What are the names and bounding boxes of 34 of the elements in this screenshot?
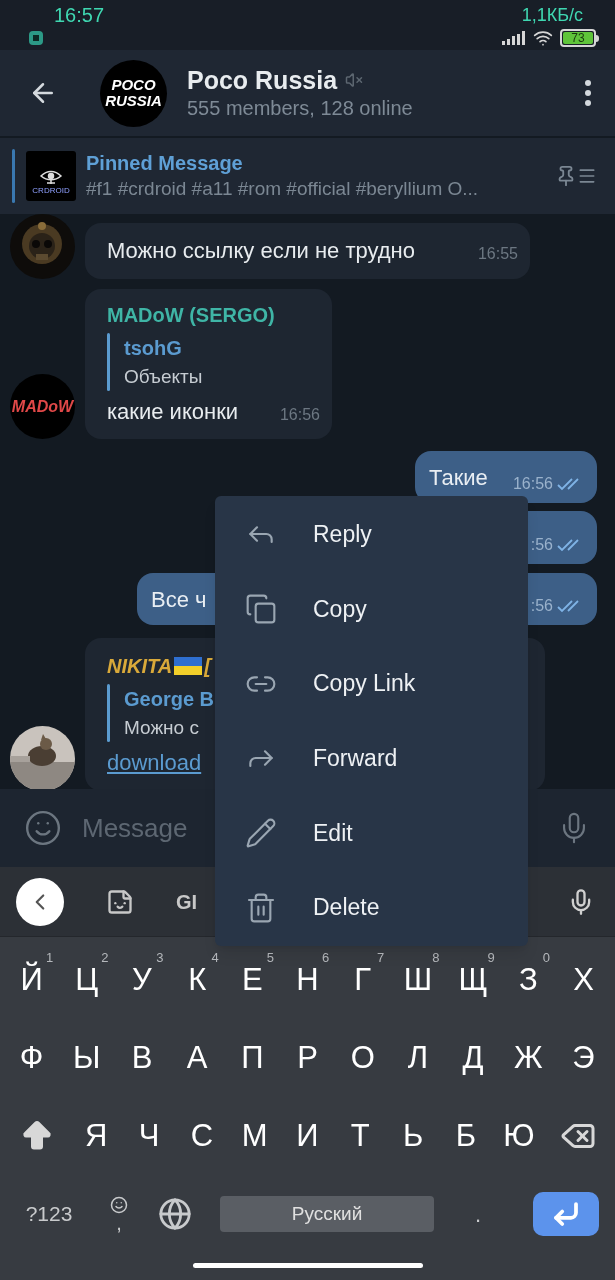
pinned-text: #f1 #crdroid #a11 #rom #official #beryllium O... (86, 177, 480, 201)
message-text: какие иконки (107, 398, 239, 426)
group-avatar: POCO RUSSIA (100, 59, 167, 127)
key-hint: 1 (45, 949, 54, 967)
key-hint: 3 (156, 949, 164, 967)
key-hint: 5 (266, 949, 274, 967)
message-time: :56 (530, 596, 553, 616)
message-time: :56 (530, 534, 553, 555)
key-hint: 9 (487, 949, 495, 967)
pinned-title: Pinned Message (86, 151, 244, 176)
key-hint: 7 (377, 949, 385, 967)
quoted-text: Объекты (124, 365, 203, 389)
key-hint: 6 (321, 949, 330, 967)
key-hint: 0 (542, 949, 550, 967)
sender-name: MADoW (SERGO) (107, 303, 275, 328)
quoted-sender: George B (124, 686, 215, 712)
message-time: 16:55 (477, 244, 518, 264)
clock: 16:57 (54, 4, 105, 26)
message-time: 16:56 (512, 474, 553, 494)
battery-indicator: 73 (560, 29, 599, 47)
network-speed: 1,1КБ/с (521, 4, 583, 26)
sender-name-suffix: [ (204, 653, 211, 679)
sender-name: NIKITA (107, 653, 173, 679)
key-hint: 4 (211, 949, 219, 967)
quoted-text: Можно с (124, 715, 200, 740)
user-avatar: MADoW (10, 374, 75, 439)
chat-title: Poco Russia (187, 65, 338, 95)
quoted-sender: tsohG (124, 336, 183, 361)
key-hint: 2 (101, 949, 109, 967)
message-text: Можно ссылку если не трудно (107, 237, 415, 265)
key-hint: 8 (432, 949, 440, 967)
message-time: 16:56 (279, 405, 320, 425)
member-count: 555 members, 128 online (187, 96, 414, 121)
pinned-thumbnail: CRDROID (26, 151, 76, 201)
